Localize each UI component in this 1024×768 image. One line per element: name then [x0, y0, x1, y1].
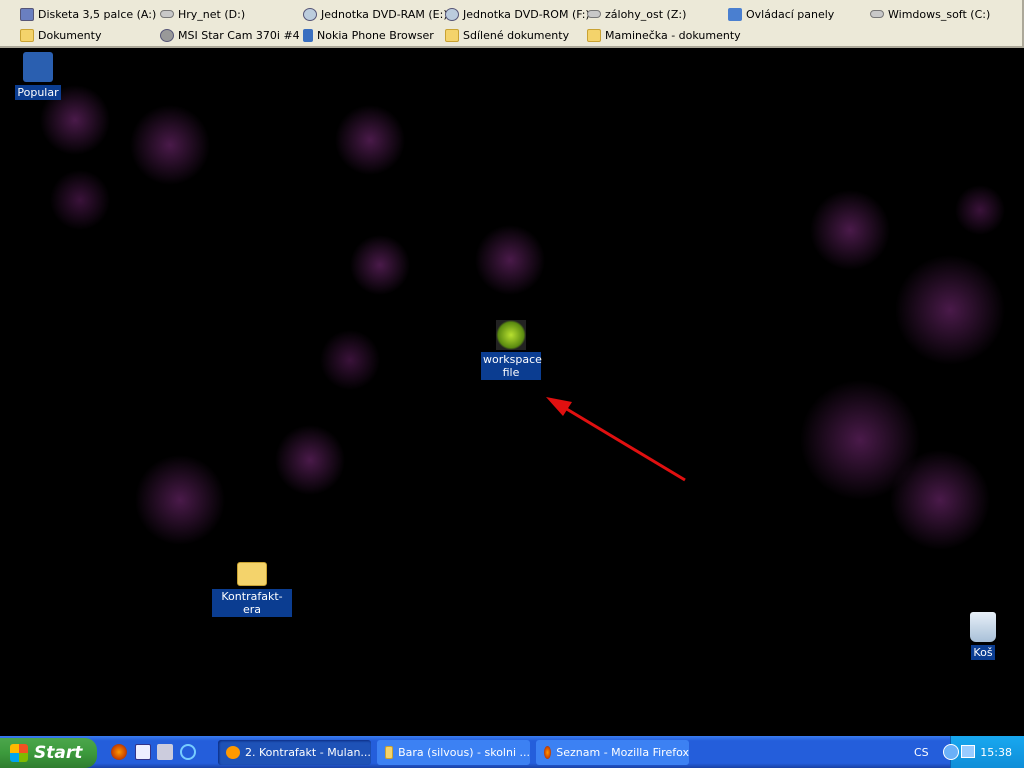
- toolbar-item-label: Jednotka DVD-RAM (E:): [321, 7, 448, 21]
- toolbar-item-label: Disketa 3,5 palce (A:): [38, 7, 157, 21]
- toolbar-item-label: Nokia Phone Browser: [317, 28, 434, 42]
- clock[interactable]: 15:38: [980, 746, 1012, 759]
- winamp-icon: [226, 746, 240, 759]
- toolbar-item-hry-net[interactable]: Hry_net (D:): [160, 4, 245, 24]
- word-icon[interactable]: [135, 744, 151, 760]
- toolbar-item-label: Jednotka DVD-ROM (F:): [463, 7, 590, 21]
- webcam-icon: [160, 28, 174, 42]
- quick-access-toolbar: Disketa 3,5 palce (A:) Hry_net (D:) Jedn…: [0, 0, 1024, 48]
- toolbar-item-dvd-ram[interactable]: Jednotka DVD-RAM (E:): [303, 4, 448, 24]
- toolbar-item-shared-docs[interactable]: Sdílené dokumenty: [445, 25, 569, 45]
- toolbar-item-label: zálohy_ost (Z:): [605, 7, 687, 21]
- toolbar-item-label: Maminečka - dokumenty: [605, 28, 741, 42]
- firefox-icon: [544, 746, 552, 759]
- start-button[interactable]: Start: [0, 738, 97, 768]
- dvd-drive-icon: [303, 7, 317, 21]
- dvd-drive-icon: [445, 7, 459, 21]
- network-icon[interactable]: [961, 745, 975, 758]
- floppy-icon: [20, 7, 34, 21]
- toolbar-item-dokumenty[interactable]: Dokumenty: [20, 25, 101, 45]
- toolbar-item-dvd-rom[interactable]: Jednotka DVD-ROM (F:): [445, 4, 590, 24]
- folder-icon: [445, 28, 459, 42]
- toolbar-item-maminecka[interactable]: Maminečka - dokumenty: [587, 25, 741, 45]
- network-drive-icon: [587, 10, 601, 18]
- toolbar-item-nokia[interactable]: Nokia Phone Browser: [303, 25, 434, 45]
- task-label: Bara (silvous) - skolni ...: [398, 746, 530, 759]
- language-indicator[interactable]: CS: [914, 746, 929, 759]
- toolbar-item-label: Sdílené dokumenty: [463, 28, 570, 42]
- task-bara-silvous[interactable]: Bara (silvous) - skolni ...: [377, 740, 530, 765]
- outlook-icon[interactable]: [157, 744, 173, 760]
- folder-icon: [385, 746, 394, 759]
- network-drive-icon: [870, 10, 884, 18]
- toolbar-item-webcam[interactable]: MSI Star Cam 370i #4: [160, 25, 300, 45]
- toolbar-item-label: Ovládací panely: [746, 7, 835, 21]
- show-hidden-icons-chevron-icon[interactable]: [943, 744, 959, 760]
- toolbar-item-label: MSI Star Cam 370i #4: [178, 28, 300, 42]
- red-arrow-annotation: [546, 397, 686, 482]
- control-panel-icon: [728, 7, 742, 21]
- task-label: 2. Kontrafakt - Mulan...: [245, 746, 371, 759]
- desktop: Popular workspace file Kontrafakt-era Ko…: [0, 50, 1024, 736]
- phone-icon: [303, 28, 313, 42]
- internet-explorer-icon[interactable]: [180, 744, 196, 760]
- toolbar-item-label: Hry_net (D:): [178, 7, 246, 21]
- folder-icon: [587, 28, 601, 42]
- toolbar-item-control-panel[interactable]: Ovládací panely: [728, 4, 834, 24]
- network-drive-icon: [160, 10, 174, 18]
- task-kontrafakt[interactable]: 2. Kontrafakt - Mulan...: [218, 740, 371, 765]
- task-seznam-firefox[interactable]: Seznam - Mozilla Firefox: [536, 740, 689, 765]
- start-label: Start: [34, 743, 83, 763]
- firefox-icon[interactable]: [111, 744, 127, 760]
- system-tray: 15:38: [943, 736, 1024, 768]
- taskbar: Start 2. Kontrafakt - Mulan... Bara (sil…: [0, 736, 1024, 768]
- toolbar-item-floppy[interactable]: Disketa 3,5 palce (A:): [20, 4, 156, 24]
- task-label: Seznam - Mozilla Firefox: [556, 746, 689, 759]
- toolbar-item-label: Dokumenty: [38, 28, 102, 42]
- windows-logo-icon: [10, 744, 28, 762]
- folder-icon: [20, 28, 34, 42]
- toolbar-item-windows-soft[interactable]: Wimdows_soft (C:): [870, 4, 990, 24]
- toolbar-item-label: Wimdows_soft (C:): [888, 7, 991, 21]
- toolbar-item-zalohy[interactable]: zálohy_ost (Z:): [587, 4, 686, 24]
